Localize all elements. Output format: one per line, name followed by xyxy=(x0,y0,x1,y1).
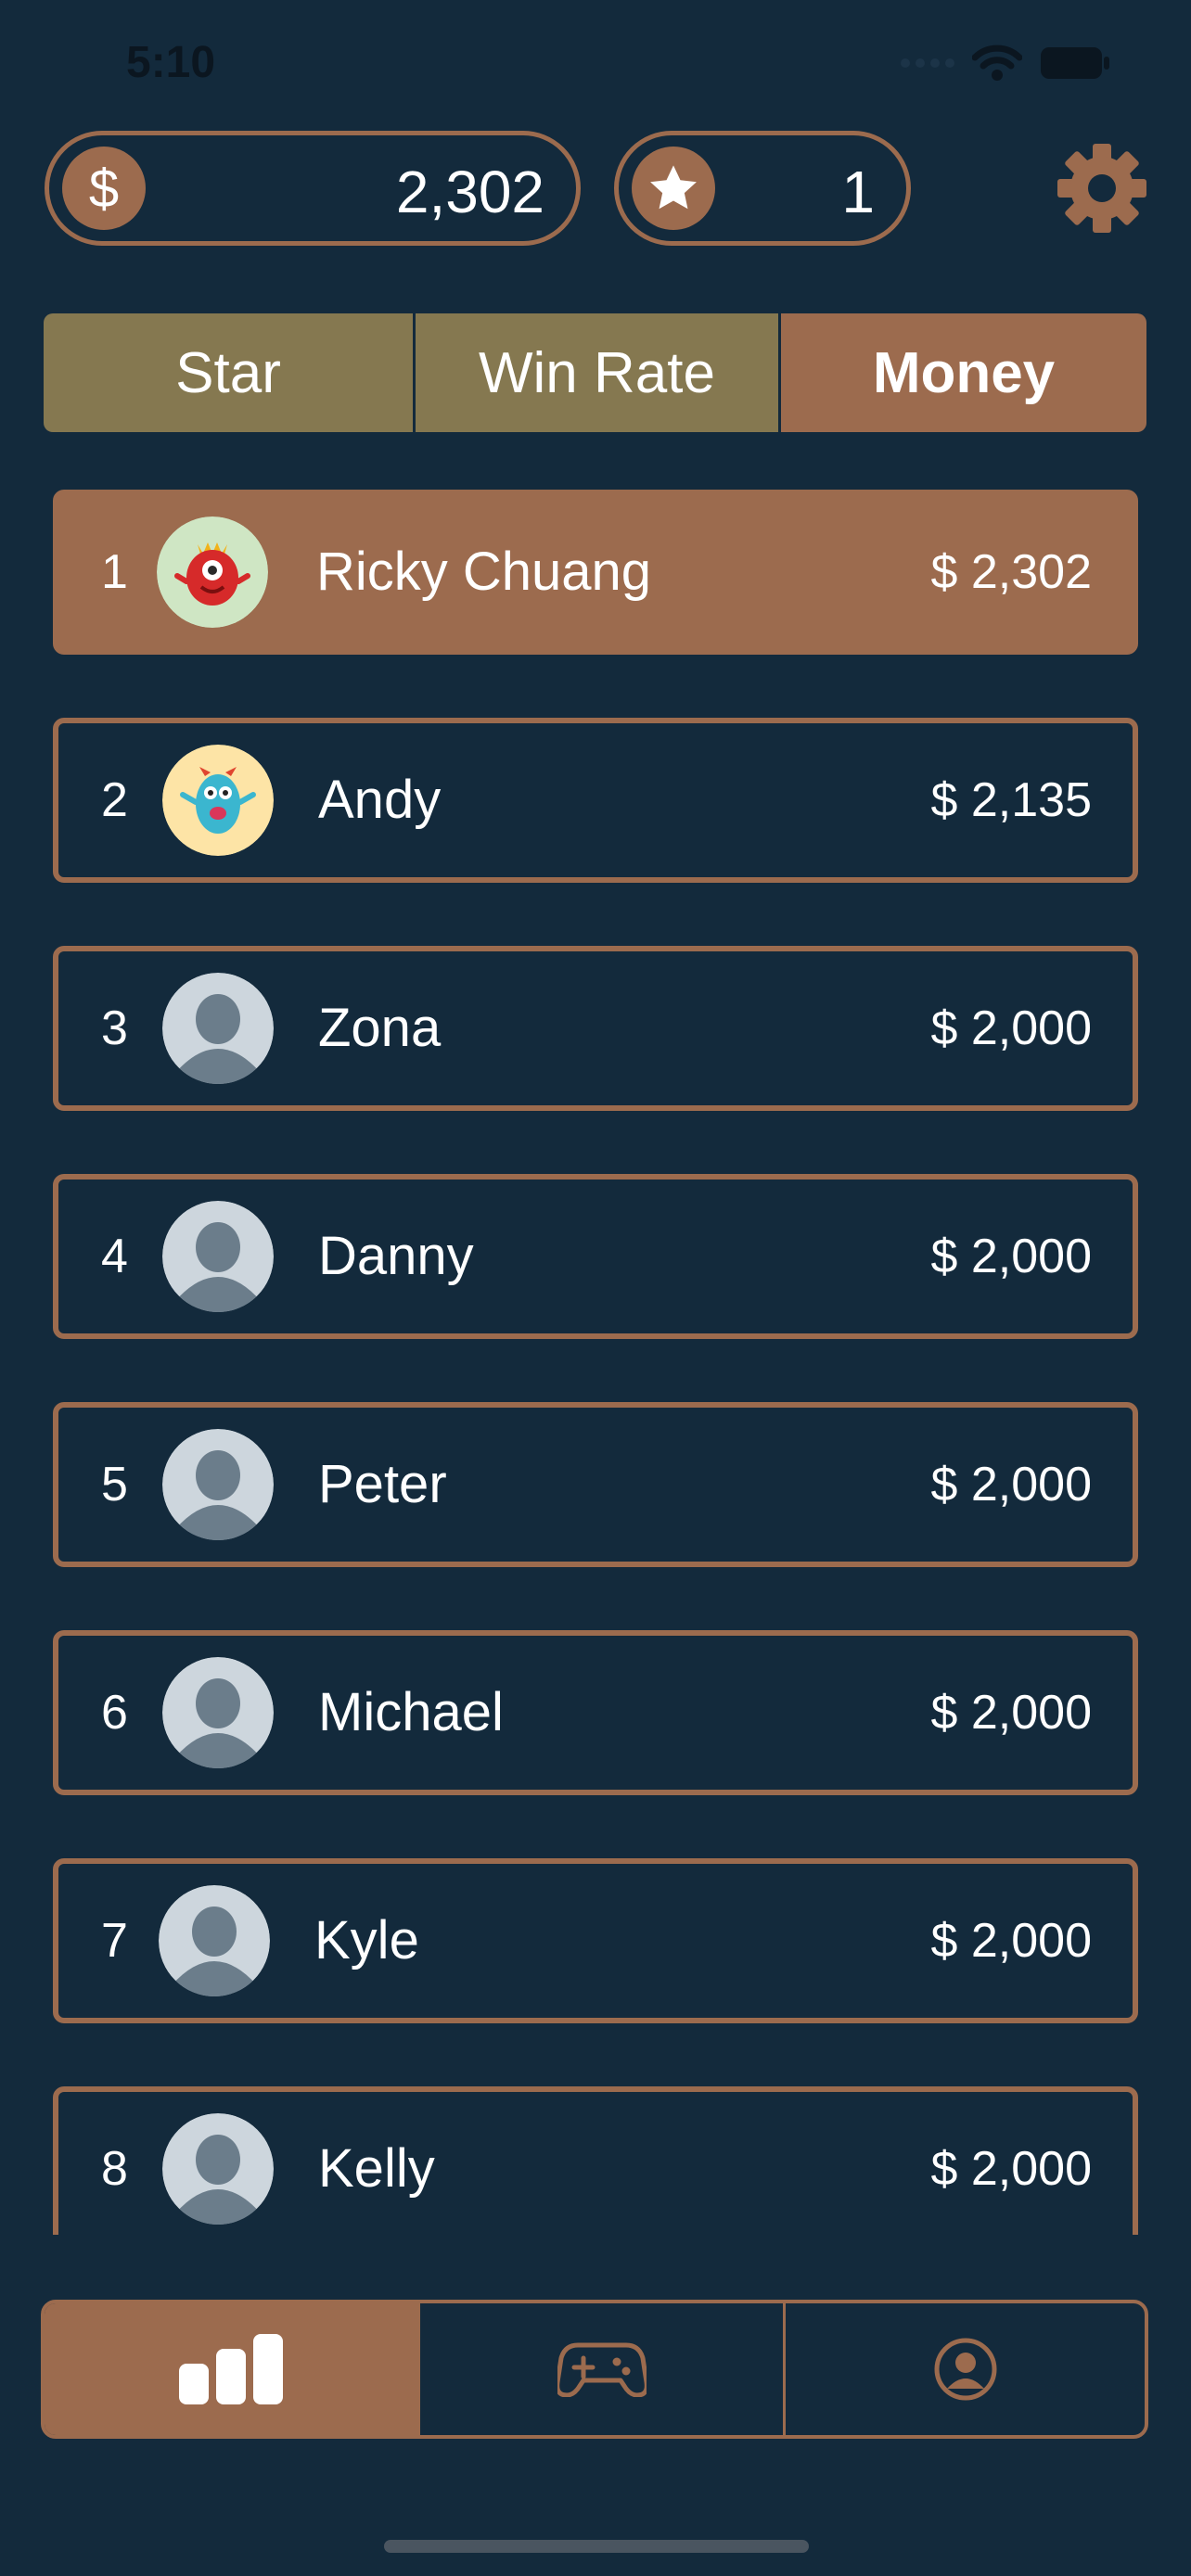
player-name: Andy xyxy=(318,770,442,830)
gamepad-icon xyxy=(557,2342,647,2397)
profile-icon xyxy=(934,2338,996,2401)
bar-chart-icon xyxy=(179,2334,283,2404)
default-user-avatar xyxy=(162,973,274,1084)
rank-number: 7 xyxy=(101,1914,128,1968)
money-value: 2,302 xyxy=(395,159,544,225)
rank-number: 8 xyxy=(101,2142,128,2196)
red-monster-avatar xyxy=(157,516,268,628)
player-amount: $ 2,000 xyxy=(930,1914,1093,1968)
money-balance: $ 2,302 xyxy=(45,131,581,246)
rank-number: 5 xyxy=(101,1458,128,1511)
rank-number: 4 xyxy=(101,1230,128,1283)
player-amount: $ 2,000 xyxy=(930,1001,1093,1055)
rank-number: 2 xyxy=(101,773,128,827)
tab-win-rate[interactable]: Win Rate xyxy=(413,313,778,432)
player-amount: $ 2,000 xyxy=(930,1686,1093,1740)
home-indicator xyxy=(384,2540,809,2553)
nav-game[interactable] xyxy=(417,2303,783,2435)
player-amount: $ 2,000 xyxy=(930,1230,1093,1283)
player-amount: $ 2,302 xyxy=(930,545,1093,599)
player-amount: $ 2,000 xyxy=(930,2142,1093,2196)
settings-button[interactable] xyxy=(1056,142,1148,235)
default-user-avatar xyxy=(159,1885,270,1996)
default-user-avatar xyxy=(162,2113,274,2225)
status-time: 5:10 xyxy=(126,38,216,87)
player-name: Peter xyxy=(318,1454,447,1514)
default-user-avatar xyxy=(162,1429,274,1540)
tab-money[interactable]: Money xyxy=(778,313,1146,432)
player-amount: $ 2,000 xyxy=(930,1458,1093,1511)
star-value: 1 xyxy=(841,159,875,225)
nav-leaderboard[interactable] xyxy=(45,2303,417,2435)
star-icon xyxy=(632,147,715,230)
gear-icon xyxy=(1057,144,1146,233)
bottom-nav xyxy=(41,2300,1148,2439)
rank-number: 3 xyxy=(101,1001,128,1055)
rank-number: 6 xyxy=(101,1686,128,1740)
star-balance: 1 xyxy=(614,131,911,246)
blue-monster-avatar xyxy=(162,745,274,856)
player-amount: $ 2,135 xyxy=(930,773,1093,827)
leaderboard-row[interactable]: 3 Zona $ 2,000 xyxy=(53,946,1138,1111)
player-name: Kyle xyxy=(314,1910,419,1970)
leaderboard-row[interactable]: 2 Andy $ 2,135 xyxy=(53,718,1138,883)
player-name: Kelly xyxy=(318,2138,435,2199)
battery-icon xyxy=(1041,47,1109,79)
leaderboard-row[interactable]: 8 Kelly $ 2,000 xyxy=(53,2086,1138,2235)
tab-star[interactable]: Star xyxy=(44,313,413,432)
leaderboard-row[interactable]: 7 Kyle $ 2,000 xyxy=(53,1858,1138,2023)
leaderboard-row[interactable]: 5 Peter $ 2,000 xyxy=(53,1402,1138,1567)
leaderboard-list[interactable]: 1 Ricky Chuang $ 2,302 2 Andy $ 2,135 3 … xyxy=(0,473,1191,2235)
player-name: Michael xyxy=(318,1682,504,1742)
default-user-avatar xyxy=(162,1657,274,1768)
leaderboard-row[interactable]: 4 Danny $ 2,000 xyxy=(53,1174,1138,1339)
ranking-tabs: Star Win Rate Money xyxy=(44,313,1146,432)
status-bar: 5:10 xyxy=(0,0,1191,130)
rank-number: 1 xyxy=(101,545,128,599)
player-name: Ricky Chuang xyxy=(316,542,652,602)
nav-profile[interactable] xyxy=(783,2303,1145,2435)
dollar-icon: $ xyxy=(62,147,146,230)
leaderboard-row[interactable]: 6 Michael $ 2,000 xyxy=(53,1630,1138,1795)
player-name: Zona xyxy=(318,998,442,1058)
default-user-avatar xyxy=(162,1201,274,1312)
leaderboard-row[interactable]: 1 Ricky Chuang $ 2,302 xyxy=(53,490,1138,655)
status-icons xyxy=(900,45,1111,82)
player-name: Danny xyxy=(318,1226,474,1286)
signal-icon xyxy=(901,58,954,68)
wifi-icon xyxy=(972,45,1022,81)
